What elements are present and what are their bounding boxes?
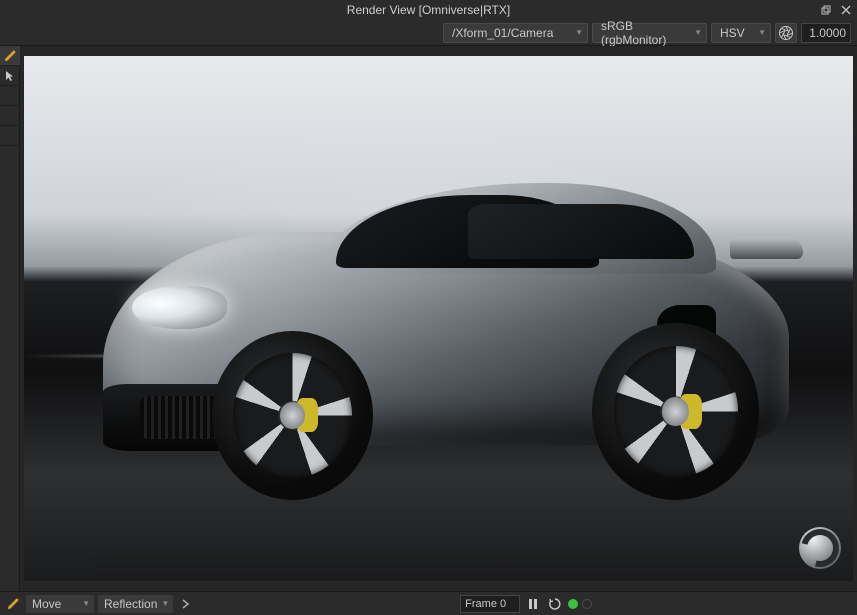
chevron-down-icon: ▼ [758,28,766,37]
tool-slot-5[interactable] [0,126,20,146]
chevron-down-icon: ▼ [161,599,169,608]
exposure-input[interactable] [801,23,851,43]
chevron-down-icon: ▼ [694,28,702,37]
tool-slot-4[interactable] [0,106,20,126]
colorspace-value: sRGB (rgbMonitor) [601,19,690,47]
colormode-value: HSV [720,26,754,40]
pointer-icon [3,69,17,83]
camera-value: /Xform_01/Camera [452,26,571,40]
status-indicator-active [568,599,578,609]
top-toolbar: /Xform_01/Camera ▼ sRGB (rgbMonitor) ▼ H… [0,20,857,46]
pause-button[interactable] [524,595,542,613]
titlebar: Render View [Omniverse|RTX] [0,0,857,20]
colorspace-dropdown[interactable]: sRGB (rgbMonitor) ▼ [592,23,707,43]
manipulator-value: Move [32,597,78,611]
renderer-logo [799,527,841,569]
chevron-down-icon: ▼ [82,599,90,608]
brush-mode-icon[interactable] [4,595,22,613]
aov-value: Reflection [104,597,157,611]
statusbar: Move ▼ Reflection ▼ [0,591,857,615]
colormode-dropdown[interactable]: HSV ▼ [711,23,771,43]
manipulator-dropdown[interactable]: Move ▼ [26,595,94,613]
chevron-right-icon [180,598,192,610]
chevron-down-icon: ▼ [575,28,583,37]
brush-tool[interactable] [0,46,20,66]
refresh-icon [548,597,562,611]
tool-slot-3[interactable] [0,86,20,106]
render-viewport[interactable] [20,46,857,591]
render-output [24,56,853,581]
pause-icon [527,598,539,610]
window-title: Render View [Omniverse|RTX] [347,3,510,17]
close-icon[interactable] [839,3,853,17]
detach-icon[interactable] [819,3,833,17]
frame-input[interactable] [460,595,520,613]
left-toolbar [0,46,20,591]
brush-icon [3,49,17,63]
refresh-button[interactable] [546,595,564,613]
pointer-tool[interactable] [0,66,20,86]
camera-dropdown[interactable]: /Xform_01/Camera ▼ [443,23,588,43]
aperture-icon [778,25,794,41]
aperture-button[interactable] [775,23,797,43]
status-indicator-idle [582,599,592,609]
options-button[interactable] [177,595,195,613]
aov-dropdown[interactable]: Reflection ▼ [98,595,173,613]
